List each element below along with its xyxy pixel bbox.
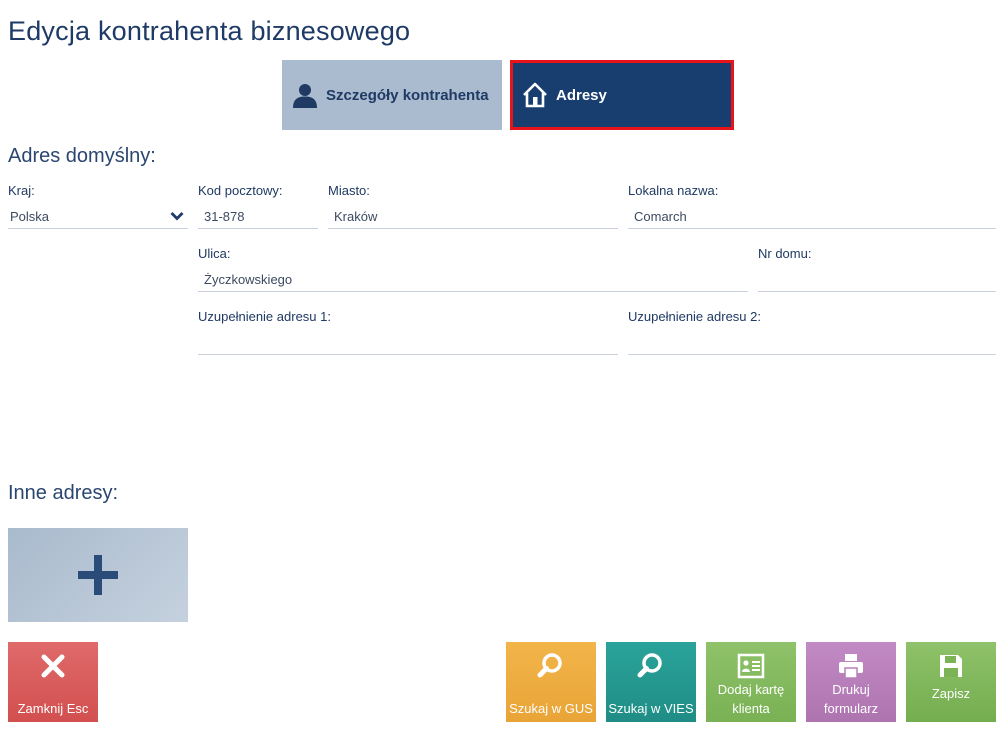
- tab-label: Szczegóły kontrahenta: [326, 86, 489, 104]
- address-ext2-input[interactable]: [628, 333, 996, 355]
- country-value: Polska: [10, 209, 50, 224]
- printer-icon: [806, 652, 896, 680]
- tab-addresses[interactable]: Adresy: [510, 60, 734, 130]
- house-number-input[interactable]: [758, 270, 996, 292]
- save-icon: [906, 652, 996, 680]
- postal-code-label: Kod pocztowy:: [198, 183, 283, 198]
- country-field[interactable]: Kraj: Polska: [8, 183, 188, 233]
- local-name-field[interactable]: Lokalna nazwa: Comarch: [628, 183, 996, 233]
- address-ext2-field[interactable]: Uzupełnienie adresu 2:: [628, 309, 996, 359]
- default-address-heading: Adres domyślny:: [8, 145, 156, 167]
- house-number-label: Nr domu:: [758, 246, 812, 261]
- postal-code-input[interactable]: 31-878: [198, 207, 318, 229]
- print-form-label: Drukuj formularz: [823, 682, 879, 716]
- page-title: Edycja kontrahenta biznesowego: [8, 16, 411, 46]
- other-addresses-heading: Inne adresy:: [8, 482, 119, 504]
- close-icon: [8, 652, 98, 680]
- tab-contractor-details[interactable]: Szczegóły kontrahenta: [282, 60, 502, 130]
- house-number-field[interactable]: Nr domu:: [758, 246, 996, 296]
- city-input[interactable]: Kraków: [328, 207, 618, 229]
- user-icon: [292, 81, 318, 109]
- close-button-label: Zamknij Esc: [17, 701, 89, 716]
- postal-code-field[interactable]: Kod pocztowy: 31-878: [198, 183, 318, 233]
- search-icon: [606, 652, 696, 680]
- chevron-down-icon: [170, 212, 184, 221]
- address-ext2-label: Uzupełnienie adresu 2:: [628, 309, 761, 324]
- address-ext1-field[interactable]: Uzupełnienie adresu 1:: [198, 309, 618, 359]
- city-field[interactable]: Miasto: Kraków: [328, 183, 618, 233]
- street-field[interactable]: Ulica: Życzkowskiego: [198, 246, 748, 296]
- add-address-button[interactable]: [8, 528, 188, 622]
- city-label: Miasto:: [328, 183, 370, 198]
- id-card-icon: [706, 652, 796, 680]
- address-ext1-input[interactable]: [198, 333, 618, 355]
- add-customer-card-button[interactable]: Dodaj kartę klienta: [706, 642, 796, 722]
- search-vies-label: Szukaj w VIES: [608, 701, 694, 716]
- print-form-button[interactable]: Drukuj formularz: [806, 642, 896, 722]
- search-gus-button[interactable]: Szukaj w GUS: [506, 642, 596, 722]
- search-vies-button[interactable]: Szukaj w VIES: [606, 642, 696, 722]
- search-gus-label: Szukaj w GUS: [509, 701, 593, 716]
- local-name-label: Lokalna nazwa:: [628, 183, 719, 198]
- country-label: Kraj:: [8, 183, 35, 198]
- plus-icon: [78, 555, 118, 595]
- street-input[interactable]: Życzkowskiego: [198, 270, 748, 292]
- street-label: Ulica:: [198, 246, 231, 261]
- tab-label: Adresy: [556, 86, 607, 104]
- save-button-label: Zapisz: [931, 685, 971, 701]
- search-icon: [506, 652, 596, 680]
- country-select[interactable]: Polska: [8, 207, 188, 229]
- address-ext1-label: Uzupełnienie adresu 1:: [198, 309, 331, 324]
- save-button[interactable]: Zapisz: [906, 642, 996, 722]
- close-button[interactable]: Zamknij Esc: [8, 642, 98, 722]
- local-name-input[interactable]: Comarch: [628, 207, 996, 229]
- add-customer-card-label: Dodaj kartę klienta: [717, 682, 785, 716]
- home-icon: [522, 81, 548, 109]
